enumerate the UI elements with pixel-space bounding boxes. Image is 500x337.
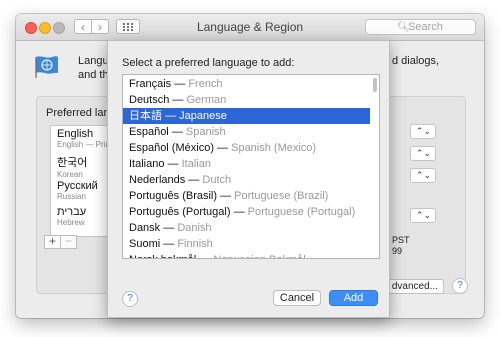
sheet-title: Select a preferred language to add:	[122, 57, 295, 69]
language-english-name: Italian	[181, 158, 211, 170]
language-english-name: Dutch	[202, 174, 232, 186]
language-english-name: Portuguese (Portugal)	[247, 206, 356, 218]
region-popup[interactable]: ⌃⌄	[410, 124, 436, 139]
language-native-name: Português (Portugal)	[129, 206, 231, 218]
separator-dash: —	[233, 206, 245, 218]
first-day-popup[interactable]: ⌃⌄	[410, 146, 436, 161]
language-option[interactable]: 日本語 — Japanese	[123, 108, 370, 124]
search-placeholder: Search	[408, 21, 443, 33]
language-native-name: 日本語	[129, 110, 162, 122]
separator-dash: —	[217, 142, 229, 154]
language-native-name: Nederlands	[129, 174, 186, 186]
separator-dash: —	[172, 94, 184, 106]
language-option[interactable]: Dansk — Danish	[123, 220, 370, 236]
remove-language-button[interactable]: −	[60, 235, 77, 249]
language-native-name: Norsk bokmål	[129, 254, 196, 258]
language-option[interactable]: Nederlands — Dutch	[123, 172, 370, 188]
number-sample: 99	[392, 246, 403, 256]
language-native-name: Português (Brasil)	[129, 190, 218, 202]
title-bar: ‹ › Language & Region 🔍︎ Search	[16, 14, 484, 41]
language-option[interactable]: Italiano — Italian	[123, 156, 370, 172]
calendar-popup[interactable]: ⌃⌄	[410, 168, 436, 183]
language-english-name: Portuguese (Brazil)	[234, 190, 329, 202]
add-button[interactable]: Add	[329, 290, 378, 306]
search-field[interactable]: 🔍︎ Search	[365, 19, 476, 35]
language-native-name: Español (México)	[129, 142, 214, 154]
language-option[interactable]: Português (Portugal) — Portuguese (Portu…	[123, 204, 370, 220]
language-english-name: German	[186, 94, 227, 106]
time-format-popup[interactable]: ⌃⌄	[410, 208, 436, 223]
language-english-name: Spanish	[185, 126, 226, 138]
sheet-help-button[interactable]: ?	[122, 291, 138, 307]
separator-dash: —	[167, 158, 179, 170]
language-native-name: Deutsch	[129, 94, 170, 106]
help-button[interactable]: ?	[452, 278, 468, 294]
language-native-name: Français	[129, 78, 172, 90]
list-item[interactable]: 한국어 Korean	[57, 154, 87, 179]
language-option[interactable]: Español — Spanish	[123, 124, 370, 140]
language-option[interactable]: Suomi — Finnish	[123, 236, 370, 252]
language-option[interactable]: Português (Brasil) — Portuguese (Brazil)	[123, 188, 370, 204]
language-native-name: Dansk	[129, 222, 161, 234]
separator-dash: —	[174, 78, 186, 90]
language-picker-list[interactable]: Français — French Deutsch — German 日本語 — J…	[122, 74, 380, 259]
separator-dash: —	[220, 190, 232, 202]
language-option[interactable]: Deutsch — German	[123, 92, 370, 108]
description-text-right: d dialogs,	[392, 55, 440, 67]
separator-dash: —	[163, 238, 175, 250]
separator-dash: —	[165, 110, 177, 122]
language-english-name: Danish	[177, 222, 212, 234]
language-native-name: Italiano	[129, 158, 165, 170]
time-sample: PST	[392, 235, 410, 245]
advanced-button[interactable]: dvanced...	[382, 279, 444, 294]
list-item[interactable]: Русский Russian	[57, 180, 98, 201]
separator-dash: —	[163, 222, 175, 234]
language-option[interactable]: Español (México) — Spanish (Mexico)	[123, 140, 370, 156]
language-english-name: Finnish	[177, 238, 213, 250]
add-language-sheet: Select a preferred language to add: Fran…	[107, 40, 390, 318]
language-native-name: Suomi	[129, 238, 161, 250]
cancel-button[interactable]: Cancel	[273, 290, 321, 306]
language-option[interactable]: Norsk bokmål — Norwegian Bokmål	[123, 252, 370, 258]
list-item[interactable]: עברית Hebrew	[57, 206, 86, 227]
separator-dash: —	[199, 254, 210, 258]
add-language-button[interactable]: +	[44, 235, 61, 249]
separator-dash: —	[171, 126, 183, 138]
list-item[interactable]: English English — Prim	[57, 128, 112, 149]
language-english-name: French	[188, 78, 223, 90]
language-english-name: Japanese	[179, 110, 227, 122]
un-flag-icon	[35, 56, 58, 78]
separator-dash: —	[188, 174, 200, 186]
scrollbar[interactable]	[373, 78, 377, 92]
language-english-name: Norwegian Bokmål	[213, 254, 305, 258]
language-option[interactable]: Français — French	[123, 76, 370, 92]
language-native-name: Español	[129, 126, 169, 138]
language-english-name: Spanish (Mexico)	[231, 142, 317, 154]
